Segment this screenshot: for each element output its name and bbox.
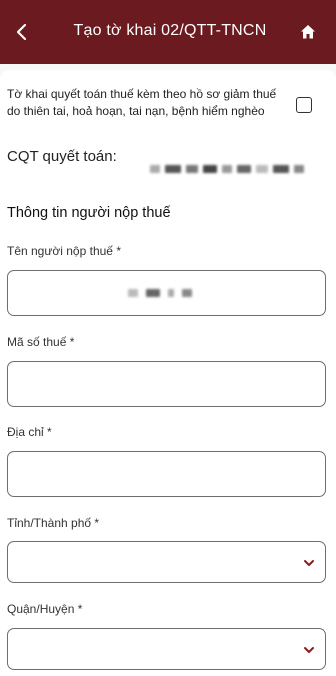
district-label: Quận/Huyện * — [7, 602, 82, 616]
province-label-text: Tỉnh/Thành phố — [7, 516, 92, 530]
district-select[interactable] — [7, 628, 326, 670]
page-title: Tạo tờ khai 02/QTT-TNCN — [73, 22, 267, 39]
province-label: Tỉnh/Thành phố * — [7, 516, 99, 530]
cqt-label: CQT quyết toán: — [7, 148, 117, 165]
tax-code-field[interactable] — [7, 361, 326, 407]
required-mark: * — [47, 425, 52, 439]
taxpayer-name-redacted — [128, 289, 192, 297]
address-label-text: Địa chỉ — [7, 425, 44, 439]
chevron-down-icon — [304, 560, 314, 566]
address-label: Địa chỉ * — [7, 425, 52, 439]
required-mark: * — [116, 244, 121, 258]
disaster-declaration-checkbox[interactable] — [296, 97, 312, 113]
address-field[interactable] — [7, 451, 326, 497]
chevron-down-icon — [304, 647, 314, 653]
taxpayer-name-field[interactable] — [7, 270, 326, 316]
app-header: Tạo tờ khai 02/QTT-TNCN — [0, 0, 336, 64]
section-title-taxpayer-info: Thông tin người nộp thuế — [7, 205, 171, 221]
required-mark: * — [77, 602, 83, 616]
back-button[interactable] — [10, 20, 34, 44]
required-mark: * — [94, 516, 100, 530]
tax-code-label-text: Mã số thuế — [7, 335, 67, 349]
disaster-declaration-label: Tờ khai quyết toán thuế kèm theo hồ sơ g… — [7, 87, 277, 118]
taxpayer-name-label-text: Tên người nộp thuế — [7, 244, 113, 258]
taxpayer-name-label: Tên người nộp thuế * — [7, 244, 121, 258]
home-button[interactable] — [296, 20, 320, 44]
chevron-left-icon — [16, 23, 27, 41]
home-icon — [301, 25, 315, 39]
required-mark: * — [69, 335, 75, 349]
cqt-value-redacted — [150, 163, 330, 175]
tax-code-label: Mã số thuế * — [7, 335, 74, 349]
province-select[interactable] — [7, 541, 326, 583]
district-label-text: Quận/Huyện — [7, 602, 75, 616]
